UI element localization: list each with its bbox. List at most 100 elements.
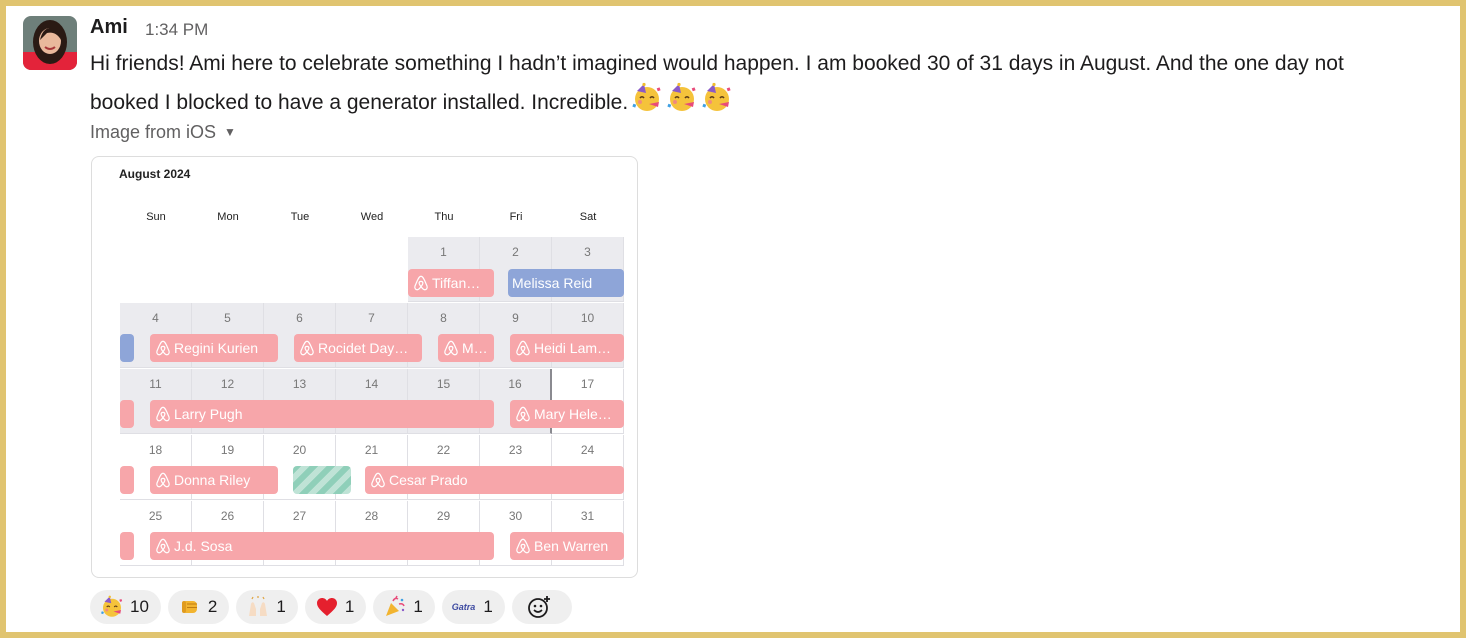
day-number: 28 [364,509,379,523]
airbnb-icon [154,339,172,357]
booking-bar-continuation [120,532,134,560]
reaction-red-heart[interactable]: 1 [304,590,367,624]
attachment-label: Image from iOS [90,122,217,142]
airbnb-icon [154,537,172,555]
day-number: 6 [296,311,303,325]
day-number: 11 [149,377,162,391]
blocked-day-bar [293,466,351,494]
reaction-partying-face[interactable]: 10 [90,590,161,624]
day-number: 7 [368,311,375,325]
raised-hands-icon [249,596,268,616]
booking-bar: Melissa Reid [508,269,624,297]
booking-bar: Donna Riley [150,466,278,494]
booking-bar: Cesar Prado [365,466,624,494]
reaction-count: 2 [207,597,218,616]
booking-bar: Regini Kurien [150,334,278,362]
reaction-gatra[interactable]: Gatra 1 [441,590,505,624]
weekday-header: Thu [434,211,454,223]
day-number: 10 [580,311,595,325]
fist-bump-icon [181,601,197,613]
airbnb-icon [369,471,387,489]
booking-bar: Larry Pugh [150,400,494,428]
avatar[interactable] [23,16,77,70]
day-number: 14 [364,377,379,391]
party-popper-icon [386,595,406,616]
message-line-with-emojis: booked I blocked to have a generator ins… [90,82,1460,126]
day-number: 8 [440,311,447,325]
day-number: 5 [224,311,231,325]
red-heart-icon [316,598,337,616]
reaction-count: 1 [276,597,286,616]
booking-bar: J.d. Sosa [150,532,494,560]
airbnb-icon [154,405,172,423]
day-number: 25 [148,509,163,523]
message-timestamp[interactable]: 1:34 PM [145,20,208,40]
calendar-month-label: August 2024 [119,167,191,181]
reaction-count: 1 [344,597,355,616]
day-number: 21 [364,443,379,457]
airbnb-icon [154,471,172,489]
reaction-party-popper[interactable]: 1 [373,590,435,624]
booking-guest: Tiffan… [432,275,481,291]
booking-bar: Rocidet Day… [294,334,422,362]
slack-message-frame: Ami 1:34 PM Hi friends! Ami here to cele… [6,6,1460,632]
airbnb-icon [298,339,316,357]
message-line: booked I blocked to have a generator ins… [90,91,629,114]
booking-bar-continuation [120,466,134,494]
day-number: 27 [292,509,307,523]
booking-bar: Tiffan… [408,269,494,297]
partying-face-icon [100,595,124,619]
add-reaction-button[interactable] [511,590,572,624]
message-author[interactable]: Ami [90,16,128,39]
airbnb-icon [412,274,430,292]
day-number: 9 [512,311,519,325]
booking-guest: Larry Pugh [174,406,243,422]
day-number: 20 [292,443,307,457]
reaction-fist-bump[interactable]: 2 [167,590,230,624]
booking-guest: Ben Warren [534,538,609,554]
booking-bar: Mary Hele… [510,400,624,428]
day-number: 4 [152,311,159,325]
day-number: 22 [436,443,451,457]
day-number: 12 [220,377,235,391]
partying-face-icon [631,82,663,126]
airbnb-icon [442,339,460,357]
day-number: 26 [220,509,235,523]
day-number: 15 [436,377,451,391]
weekday-header: Mon [217,211,239,223]
day-number: 23 [508,443,523,457]
booking-bar: M… [438,334,494,362]
day-number: 18 [148,443,163,457]
booking-guest: Mary Hele… [534,406,612,422]
day-number: 16 [508,377,522,391]
day-number: 29 [436,509,451,523]
day-number: 24 [580,443,595,457]
booking-bar-continuation [120,400,134,428]
add-emoji-icon [527,596,550,618]
weekday-header: Sat [579,211,597,223]
airbnb-icon [514,339,532,357]
partying-face-icon [701,82,733,126]
gatra-custom-icon: Gatra [451,602,476,612]
booking-guest: Rocidet Day… [318,340,409,356]
booking-bar-continuation [120,334,134,362]
reaction-count: 1 [483,597,493,616]
reaction-raised-hands[interactable]: 1 [236,590,298,624]
partying-face-icon [666,82,698,126]
weekday-header: Sun [146,211,166,223]
reactions-bar: 10 2 1 1 1 Gatra 1 [90,590,572,624]
message-line: Hi friends! Ami here to celebrate someth… [90,52,1344,75]
attachment-toggle[interactable]: Image from iOS ▼ [90,122,236,143]
calendar-image[interactable]: August 2024 Sun Mon Tue Wed Thu Fri Sat … [91,156,638,578]
day-number: 17 [580,377,595,391]
message-body: Hi friends! Ami here to celebrate someth… [90,46,1460,126]
day-number: 1 [440,245,447,259]
booking-guest: Cesar Prado [389,472,468,488]
booking-guest: Regini Kurien [174,340,259,356]
day-number: 2 [512,245,519,259]
weekday-header: Wed [360,211,384,223]
airbnb-icon [514,537,532,555]
booking-guest: Melissa Reid [512,275,593,291]
booking-bar: Ben Warren [510,532,624,560]
reaction-count: 10 [130,597,149,616]
